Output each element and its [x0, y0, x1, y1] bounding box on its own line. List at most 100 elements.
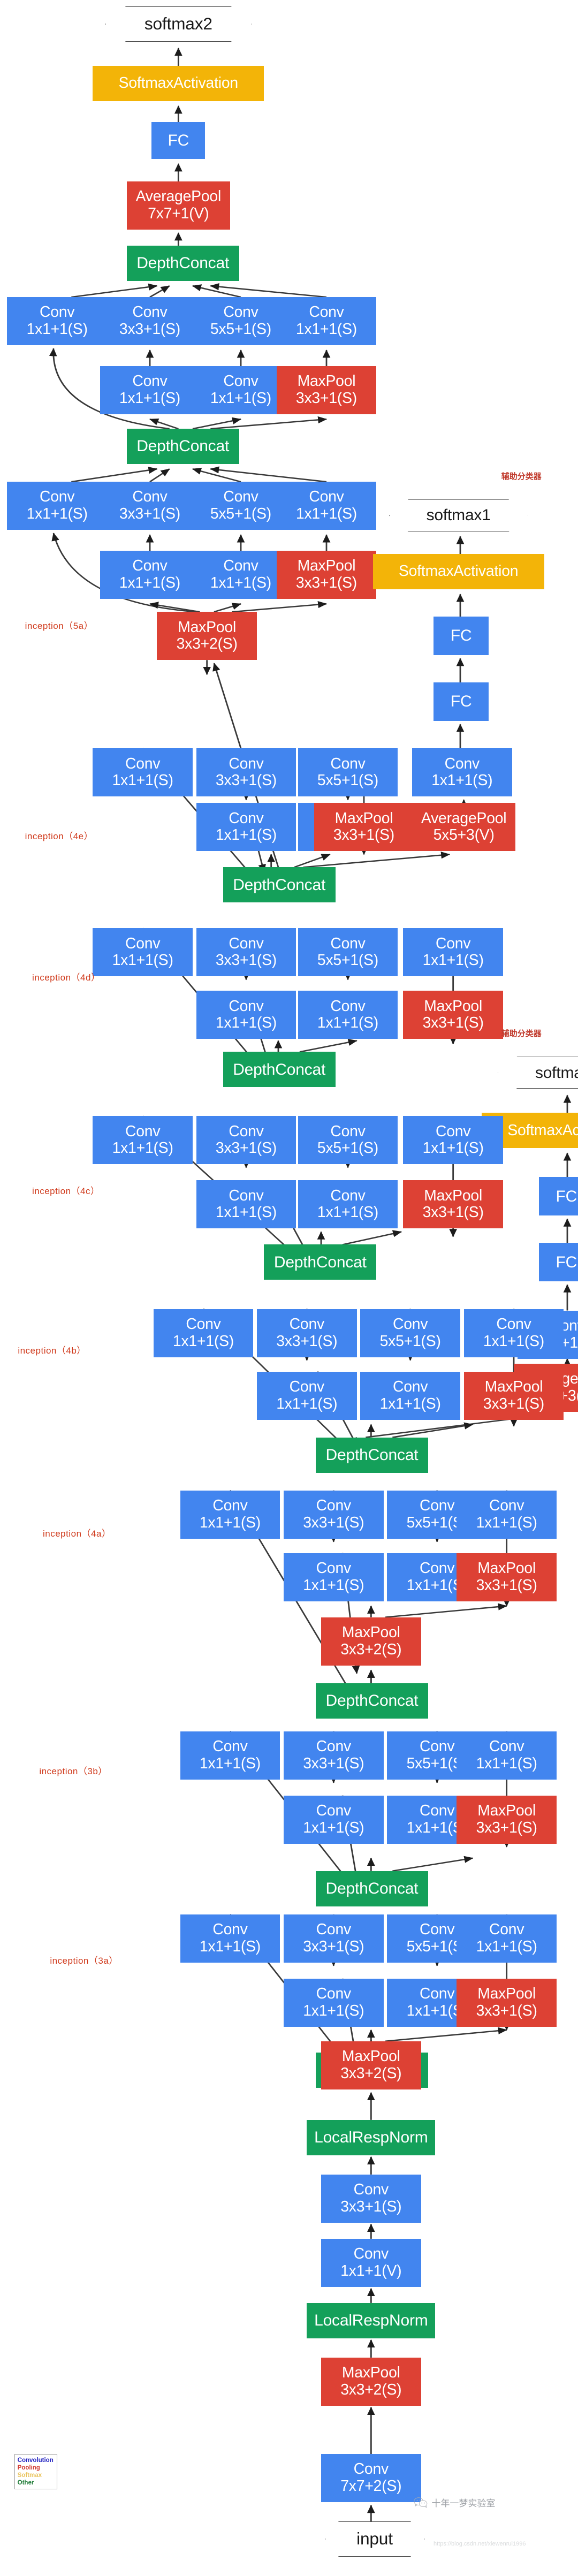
node-label-primary: Conv	[419, 1802, 455, 1819]
node-label-params: 5x5+1(S)	[210, 321, 272, 338]
node-label-primary: Conv	[186, 1315, 221, 1333]
node-label-primary: MaxPool	[484, 1378, 543, 1395]
node-label-params: 1x1+1(S)	[431, 772, 493, 789]
node-mp-3a-stride2: MaxPool 3x3+2(S)	[321, 2041, 421, 2089]
node-label-primary: Conv	[125, 1122, 161, 1140]
node-c4d-mp: MaxPool 3x3+1(S)	[403, 991, 503, 1039]
node-c5b-3x3: Conv 3x3+1(S)	[100, 297, 200, 346]
node-label-primary: FC	[556, 1253, 577, 1271]
node-label-primary: Conv	[353, 2460, 389, 2478]
node-label-primary: DepthConcat	[325, 1446, 419, 1464]
node-label-params: 1x1+1(S)	[303, 1576, 364, 1594]
node-c4c-r5x5: Conv 1x1+1(S)	[298, 1180, 398, 1229]
node-label-primary: Conv	[132, 303, 168, 321]
node-label-params: 1x1+1(S)	[215, 1014, 277, 1032]
node-c4b-5x5: Conv 5x5+1(S)	[360, 1309, 460, 1357]
node-c4b-3x3: Conv 3x3+1(S)	[257, 1309, 357, 1357]
node-label-primary: softmax2	[144, 14, 212, 34]
watermark: 十年一梦实验室	[414, 2496, 495, 2509]
node-fc1-b: FC	[434, 617, 489, 656]
node-label-params: 1x1+1(S)	[295, 505, 358, 523]
node-label-primary: Conv	[489, 1737, 524, 1755]
node-label-params: 1x1+1(S)	[295, 321, 358, 338]
node-label-params: 1x1+1(S)	[215, 826, 277, 844]
aux-classifier-0-label: 辅助分类器	[501, 1029, 542, 1039]
node-label-primary: DepthConcat	[136, 437, 230, 455]
node-label-primary: Conv	[132, 488, 168, 506]
node-label-primary: SoftmaxActivation	[398, 563, 519, 580]
node-label-primary: DepthConcat	[136, 254, 230, 272]
node-label-params: 3x3+1(S)	[295, 390, 358, 407]
node-aux1-conv: Conv 1x1+1(S)	[412, 748, 512, 797]
node-label-primary: DepthConcat	[325, 1879, 419, 1897]
node-label-primary: LocalRespNorm	[314, 2129, 428, 2147]
node-label-primary: Conv	[223, 303, 258, 321]
node-label-primary: Conv	[125, 755, 161, 772]
node-softmaxact1: SoftmaxActivation	[372, 554, 544, 590]
group-label-inception-3a: inception（3a）	[50, 1955, 118, 1966]
node-c3a-r3x3: Conv 1x1+1(S)	[284, 1978, 384, 2027]
node-c5a-mp: MaxPool 3x3+1(S)	[276, 551, 377, 599]
node-label-primary: Conv	[125, 934, 161, 952]
node-label-params: 1x1+1(S)	[483, 1332, 545, 1350]
node-label-primary: MaxPool	[334, 809, 393, 827]
node-label-params: 1x1+1(S)	[476, 1937, 537, 1955]
node-label-primary: DepthConcat	[233, 876, 326, 894]
node-label-primary: Conv	[330, 934, 366, 952]
node-label-params: 1x1+1(S)	[422, 952, 484, 969]
node-label-primary: AveragePool	[421, 809, 507, 827]
node-label-primary: input	[356, 2529, 393, 2549]
node-label-params: 3x3+2(S)	[176, 635, 238, 653]
node-label-params: 1x1+1(S)	[199, 1937, 261, 1955]
node-label-primary: SoftmaxActivation	[118, 74, 239, 92]
node-c4e-3x3: Conv 3x3+1(S)	[196, 748, 296, 797]
node-label-primary: FC	[556, 1187, 577, 1205]
node-label-params: 3x3+1(S)	[303, 1514, 364, 1531]
node-c4d-5x5: Conv 5x5+1(S)	[298, 928, 398, 977]
node-conv-7x7-stem: Conv 7x7+2(S)	[321, 2453, 421, 2502]
node-label-primary: Conv	[330, 755, 366, 772]
node-aux1-avgpool: AveragePool 5x5+3(V)	[412, 803, 516, 852]
node-label-params: 5x5+1(S)	[210, 505, 272, 523]
node-label-params: 3x3+1(S)	[422, 1204, 484, 1221]
node-c3b-1x1p: Conv 1x1+1(S)	[457, 1731, 557, 1780]
node-label-params: 5x5+1(S)	[317, 952, 379, 969]
node-softmax1: softmax1	[389, 499, 528, 532]
node-label-primary: Conv	[229, 809, 264, 827]
node-label-primary: Conv	[330, 1187, 366, 1204]
node-label-params: 3x3+1(S)	[295, 574, 358, 592]
node-label-params: 3x3+1(S)	[276, 1332, 338, 1350]
node-c3a-1x1p: Conv 1x1+1(S)	[457, 1914, 557, 1963]
node-label-params: 3x3+2(S)	[340, 2381, 402, 2398]
node-c5b-mp: MaxPool 3x3+1(S)	[276, 366, 377, 415]
legend-item-convolution: Convolution	[17, 2457, 54, 2464]
node-avgpool-main: AveragePool 7x7+1(V)	[126, 181, 230, 230]
node-label-primary: MaxPool	[341, 2364, 400, 2382]
node-label-primary: FC	[450, 627, 472, 645]
node-fc-main: FC	[151, 122, 206, 159]
node-label-primary: Conv	[229, 934, 264, 952]
node-label-params: 3x3+1(S)	[476, 2002, 537, 2019]
node-label-primary: Conv	[229, 755, 264, 772]
node-fc0-a: FC	[538, 1243, 578, 1282]
node-dc-4b: DepthConcat	[316, 1437, 428, 1473]
node-label-primary: MaxPool	[424, 1187, 483, 1204]
node-label-params: 3x3+1(S)	[215, 772, 277, 789]
node-label-primary: Conv	[419, 1985, 455, 2003]
node-label-primary: Conv	[419, 1559, 455, 1577]
node-label-primary: MaxPool	[297, 373, 356, 390]
node-label-params: 3x3+1(S)	[303, 1937, 364, 1955]
node-label-params: 5x5+1(S)	[317, 1139, 379, 1157]
node-label-params: 1x1+1(S)	[119, 390, 181, 407]
node-c3b-r3x3: Conv 1x1+1(S)	[284, 1795, 384, 1844]
node-label-primary: Conv	[223, 557, 258, 575]
node-label-primary: Conv	[39, 303, 75, 321]
node-label-params: 3x3+1(S)	[119, 321, 181, 338]
node-label-params: 3x3+1(S)	[476, 1576, 537, 1594]
node-c5a-r3x3: Conv 1x1+1(S)	[100, 551, 200, 599]
node-label-params: 1x1+1(S)	[422, 1139, 484, 1157]
node-label-params: 3x3+1(S)	[333, 826, 395, 844]
node-label-params: 3x3+1(S)	[215, 1139, 277, 1157]
node-label-params: 1x1+1(S)	[119, 574, 181, 592]
node-label-primary: Conv	[132, 557, 168, 575]
